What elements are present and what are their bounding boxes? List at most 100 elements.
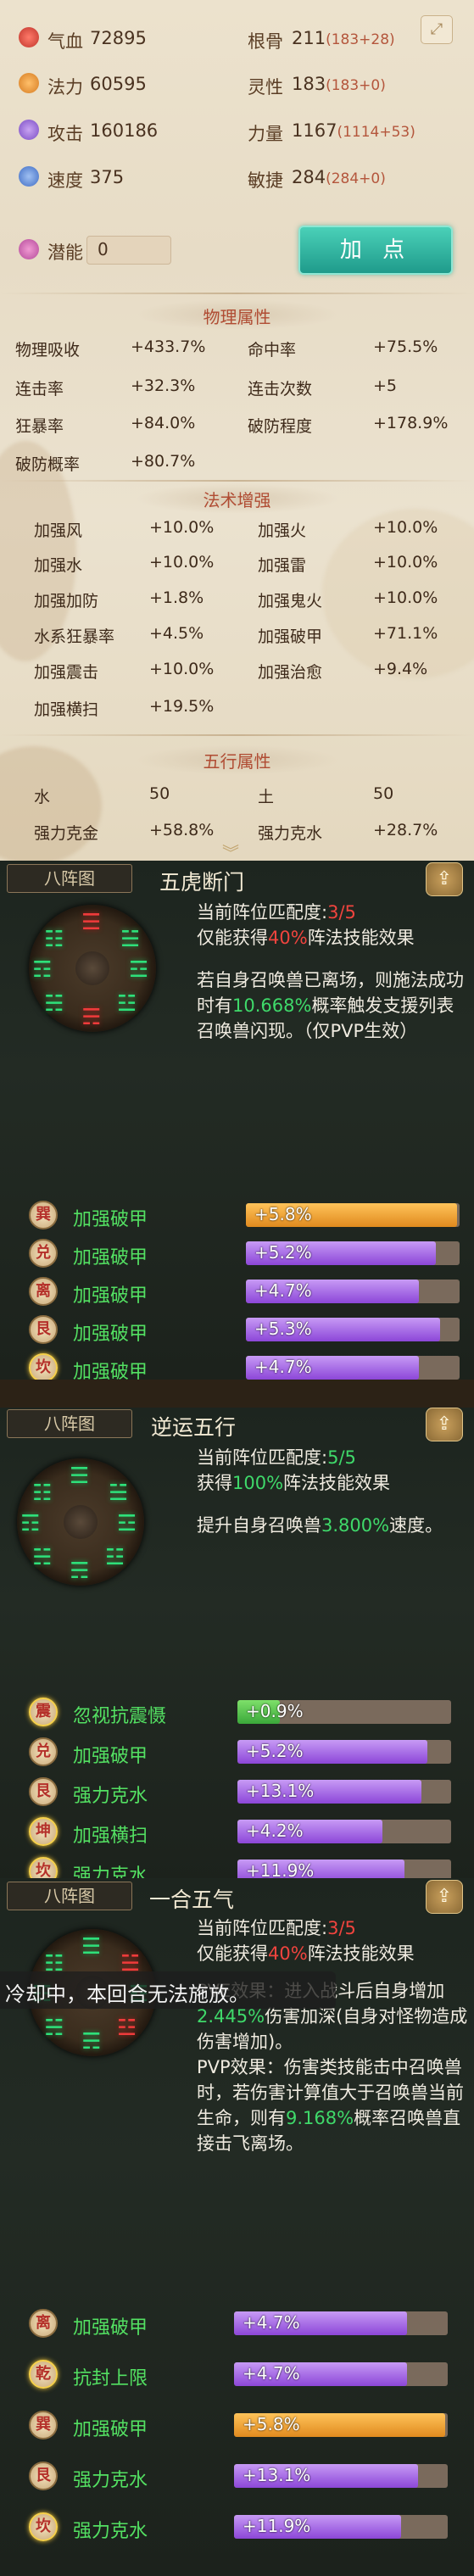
attr-constitution: 根骨 211(183+28) <box>0 20 474 54</box>
formation-info: 当前阵位匹配度:3/5 仅能获得40%阵法技能效果 PVE效果：进入战斗后自身增… <box>197 1918 468 2154</box>
row-value-text: +13.1% <box>243 2465 311 2485</box>
attr-value: +80.7% <box>131 452 196 471</box>
attr-label: 根骨 <box>248 31 283 52</box>
attr-value: +32.3% <box>131 376 196 395</box>
pet-attribute-screen: ⤢ 气血 72895 法力 60595 攻击 160186 速度 375 根骨 … <box>0 0 474 2576</box>
attr-value: 183 <box>292 74 326 94</box>
attr-name: 物理吸收 <box>15 341 81 360</box>
share-icon[interactable]: ⇪ <box>426 1408 463 1441</box>
formation-row: 巽加强破甲 +5.8% <box>0 2408 474 2442</box>
formation-tag: 八阵图 <box>7 1409 132 1438</box>
trigram-rune-icon: 震 <box>29 1698 58 1726</box>
attr-name: 加强治愈 <box>258 663 323 682</box>
chevron-down-icon[interactable]: ︾ <box>222 839 239 861</box>
trigram-rune-icon: 坎 <box>29 1353 58 1380</box>
formation-row: 兑加强破甲 +5.2% <box>0 1236 474 1270</box>
row-value-text: +4.2% <box>246 1820 304 1841</box>
trigram-rune-icon: 艮 <box>29 2462 58 2490</box>
formation-row: 巽加强破甲 +5.8% <box>0 1198 474 1232</box>
row-value-text: +11.9% <box>243 2516 311 2536</box>
attr-value: 50 <box>373 784 394 803</box>
row-value-text: +5.2% <box>254 1242 312 1263</box>
attr-value: +10.0% <box>373 588 438 607</box>
attribute-panel: ⤢ 气血 72895 法力 60595 攻击 160186 速度 375 根骨 … <box>0 0 474 861</box>
attr-bonus: (284+0) <box>326 170 386 187</box>
row-value-bar: +13.1% <box>234 2464 448 2488</box>
row-value-bar: +5.8% <box>234 2413 448 2437</box>
row-value-text: +13.1% <box>246 1781 315 1801</box>
attr-name: 加强鬼火 <box>258 592 323 611</box>
row-attr-name: 加强破甲 <box>73 1324 148 1345</box>
attr-value: 50 <box>149 784 170 803</box>
formation-row: 坎强力克水 +11.9% <box>0 2510 474 2544</box>
formation-info: 当前阵位匹配度:5/5 获得100%阵法技能效果 提升自身召唤兽3.800%速度… <box>197 1447 443 1536</box>
formation-title: 一合五气 <box>149 1887 235 1912</box>
attr-value: +10.0% <box>373 553 438 572</box>
attr-value: +5 <box>373 376 398 395</box>
row-value-bar: +13.1% <box>237 1780 451 1804</box>
attr-value: +10.0% <box>149 553 215 572</box>
attr-name: 水 <box>34 788 51 806</box>
formation-tag: 八阵图 <box>7 1882 132 1910</box>
row-attr-name: 加强破甲 <box>73 1746 148 1767</box>
formation-row: 艮强力克水 +13.1% <box>0 2459 474 2493</box>
add-point-button[interactable]: 加 点 <box>298 226 453 275</box>
attr-label: 灵性 <box>248 77 283 98</box>
trigram-rune-icon: 兑 <box>29 1737 58 1766</box>
attr-name: 命中率 <box>248 341 297 360</box>
attr-bonus: (183+0) <box>326 77 386 94</box>
attr-value: +71.1% <box>373 624 438 643</box>
potential-input[interactable]: 0 <box>86 236 171 265</box>
trigram-rune-icon: 艮 <box>29 1315 58 1344</box>
trigram-rune-icon: 离 <box>29 1277 58 1306</box>
row-attr-name: 加强横扫 <box>73 1826 148 1847</box>
row-value-text: +5.8% <box>243 2414 300 2434</box>
attr-name: 连击率 <box>15 380 64 399</box>
row-attr-name: 忽视抗震慑 <box>73 1706 167 1727</box>
attr-value: +4.5% <box>149 624 204 643</box>
attr-name: 水系狂暴率 <box>34 627 115 646</box>
trigram-rune-icon: 巽 <box>29 2411 58 2439</box>
potential-orb-icon <box>19 239 39 259</box>
formation-row: 艮加强破甲 +5.3% <box>0 1313 474 1347</box>
row-value-bar: +5.8% <box>246 1203 460 1227</box>
row-value-bar: +4.2% <box>237 1820 451 1843</box>
attr-strength: 力量 1167(1114+53) <box>0 113 474 147</box>
attr-value: +10.0% <box>373 518 438 537</box>
share-icon[interactable]: ⇪ <box>426 862 463 896</box>
attr-label: 敏捷 <box>248 170 283 191</box>
formation-panel-1: 八阵图 五虎断门 ⇪ ☰ ☱ ☲ ☳ ☴ ☵ ☶ ☷ 当前阵位匹配度:3/5 仅… <box>0 861 474 1380</box>
row-value-bar: +11.9% <box>234 2515 448 2539</box>
attr-name: 土 <box>258 788 275 806</box>
attr-name: 加强加防 <box>34 592 99 611</box>
attr-name: 加强火 <box>258 521 307 540</box>
row-attr-name: 加强破甲 <box>73 1285 148 1307</box>
trigram-rune-icon: 艮 <box>29 1777 58 1806</box>
attr-bonus: (183+28) <box>326 31 395 48</box>
divider <box>0 293 474 294</box>
attr-agility: 敏捷 284(284+0) <box>0 159 474 193</box>
attr-spirit: 灵性 183(183+0) <box>0 66 474 100</box>
cooldown-toast: 冷却中，本回合无法施放。 <box>0 1971 336 2009</box>
section-title-spell: 法术增强 <box>203 490 271 510</box>
row-attr-name: 加强破甲 <box>73 2317 148 2339</box>
attr-value: +10.0% <box>149 660 215 678</box>
attr-value: +9.4% <box>373 660 428 678</box>
formation-title: 五虎断门 <box>159 870 245 895</box>
row-attr-name: 强力克水 <box>73 2521 148 2542</box>
row-value-text: +5.8% <box>254 1204 312 1224</box>
trigram-rune-icon: 坎 <box>29 2512 58 2541</box>
attr-name: 连击次数 <box>248 380 313 399</box>
row-value-text: +0.9% <box>246 1701 304 1721</box>
row-attr-name: 加强破甲 <box>73 2419 148 2440</box>
share-icon[interactable]: ⇪ <box>426 1880 463 1914</box>
attr-name: 狂暴率 <box>15 417 64 436</box>
row-value-bar: +5.3% <box>246 1318 460 1341</box>
trigram-rune-icon: 巽 <box>29 1201 58 1229</box>
formation-info: 当前阵位匹配度:3/5 仅能获得40%阵法技能效果 若自身召唤兽已离场，则施法成… <box>197 902 464 1041</box>
formation-panel-2: 八阵图 逆运五行 ⇪ ☰ ☱ ☲ ☳ ☴ ☵ ☶ ☷ 当前阵位匹配度:5/5 获… <box>0 1408 474 1891</box>
attr-bonus: (1114+53) <box>337 124 415 141</box>
attr-name: 加强风 <box>34 521 83 540</box>
attr-name: 加强水 <box>34 556 83 575</box>
row-value-text: +4.7% <box>243 2312 300 2333</box>
